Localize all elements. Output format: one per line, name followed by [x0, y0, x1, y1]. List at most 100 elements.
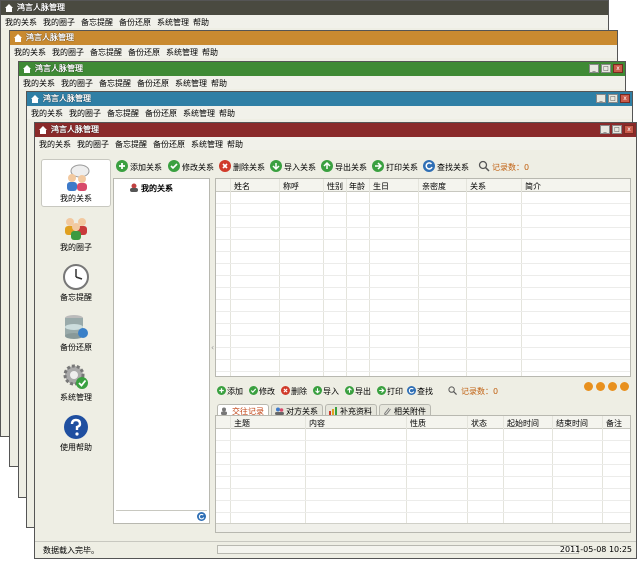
import-icon [270, 160, 282, 172]
menu-system[interactable]: 系统管理 [157, 17, 189, 28]
menu-help[interactable]: 帮助 [193, 17, 209, 28]
grid-header: 主题 内容 性质 状态 起始时间 结束时间 备注 [216, 416, 630, 429]
col-birthday[interactable]: 生日 [373, 181, 389, 192]
relation-tree[interactable]: 我的关系 [113, 178, 210, 524]
status-bar: 数据载入完毕。 2011-05-08 10:25 [35, 541, 636, 558]
col-end-time[interactable]: 结束时间 [556, 418, 588, 429]
minimize-button[interactable]: _ [596, 94, 606, 103]
print-icon [372, 160, 384, 172]
splitter-handle[interactable]: ‹ [211, 343, 214, 352]
find-icon [407, 386, 416, 395]
menu-my-circles[interactable]: 我的圈子 [77, 139, 109, 150]
menu-my-relations[interactable]: 我的关系 [23, 78, 55, 89]
menu-system[interactable]: 系统管理 [191, 139, 223, 150]
col-title[interactable]: 称呼 [283, 181, 299, 192]
nav-first-icon[interactable] [584, 382, 593, 391]
col-nature[interactable]: 性质 [410, 418, 426, 429]
sidebar-item-my-relations[interactable]: 我的关系 [41, 159, 111, 207]
menu-backup[interactable]: 备份还原 [119, 17, 151, 28]
menu-memo[interactable]: 备忘提醒 [99, 78, 131, 89]
sidebar-item-my-circles[interactable]: 我的圈子 [41, 209, 111, 257]
menu-bar: 我的关系 我的圈子 备忘提醒 备份还原 系统管理 帮助 [35, 137, 636, 150]
sidebar-item-label: 备忘提醒 [60, 293, 92, 302]
database-backup-icon [65, 315, 88, 339]
menu-bar: 我的关系 我的圈子 备忘提醒 备份还原 系统管理 帮助 [27, 106, 632, 119]
menu-my-relations[interactable]: 我的关系 [39, 139, 71, 150]
menu-help[interactable]: 帮助 [202, 47, 218, 58]
menu-backup[interactable]: 备份还原 [137, 78, 169, 89]
col-start-time[interactable]: 起始时间 [507, 418, 539, 429]
print-icon [377, 386, 386, 395]
title-bar[interactable]: 鸿言人脉管理 _ □ x [35, 123, 636, 137]
col-content[interactable]: 内容 [309, 418, 325, 429]
import-icon [313, 386, 322, 395]
chart-icon [329, 407, 337, 415]
edit-icon [249, 386, 258, 395]
menu-my-circles[interactable]: 我的圈子 [61, 78, 93, 89]
sidebar-item-help[interactable]: 使用帮助 [41, 409, 111, 457]
maximize-button[interactable]: □ [608, 94, 618, 103]
col-relation[interactable]: 关系 [470, 181, 486, 192]
window-title: 鸿言人脉管理 [17, 3, 65, 12]
menu-help[interactable]: 帮助 [227, 139, 243, 150]
menu-memo[interactable]: 备忘提醒 [81, 17, 113, 28]
home-icon [5, 4, 13, 12]
menu-memo[interactable]: 备忘提醒 [90, 47, 122, 58]
contact-records-grid[interactable]: 主题 内容 性质 状态 起始时间 结束时间 备注 [215, 415, 631, 533]
col-name[interactable]: 姓名 [234, 181, 250, 192]
col-intimacy[interactable]: 亲密度 [422, 181, 446, 192]
menu-my-circles[interactable]: 我的圈子 [43, 17, 75, 28]
close-button[interactable]: x [613, 64, 623, 73]
menu-backup[interactable]: 备份还原 [145, 108, 177, 119]
close-button[interactable]: x [620, 94, 630, 103]
progress-bar [217, 545, 579, 554]
menu-system[interactable]: 系统管理 [175, 78, 207, 89]
sidebar-item-backup[interactable]: 备份还原 [41, 309, 111, 357]
menu-system[interactable]: 系统管理 [183, 108, 215, 119]
menu-system[interactable]: 系统管理 [166, 47, 198, 58]
menu-my-circles[interactable]: 我的圈子 [69, 108, 101, 119]
title-bar[interactable]: 鸿言人脉管理 _ □ x [27, 92, 632, 106]
menu-help[interactable]: 帮助 [211, 78, 227, 89]
nav-last-icon[interactable] [620, 382, 629, 391]
col-intro[interactable]: 简介 [525, 181, 541, 192]
relations-icon [275, 407, 284, 415]
menu-my-relations[interactable]: 我的关系 [31, 108, 63, 119]
menu-my-circles[interactable]: 我的圈子 [52, 47, 84, 58]
minimize-button[interactable]: _ [600, 125, 610, 134]
close-button[interactable]: x [624, 125, 634, 134]
relation-grid[interactable]: 姓名 称呼 性别 年龄 生日 亲密度 关系 简介 [215, 178, 631, 377]
nav-prev-icon[interactable] [596, 382, 605, 391]
sidebar-item-label: 我的圈子 [60, 243, 92, 252]
maximize-button[interactable]: □ [612, 125, 622, 134]
menu-memo[interactable]: 备忘提醒 [107, 108, 139, 119]
menu-my-relations[interactable]: 我的关系 [5, 17, 37, 28]
tree-root-label[interactable]: 我的关系 [141, 183, 173, 194]
menu-backup[interactable]: 备份还原 [128, 47, 160, 58]
col-status[interactable]: 状态 [471, 418, 487, 429]
menu-help[interactable]: 帮助 [219, 108, 235, 119]
title-bar[interactable]: 鸿言人脉管理 _ □ x [19, 62, 625, 76]
title-bar[interactable]: 鸿言人脉管理 [10, 31, 617, 45]
tree-search-box[interactable] [116, 510, 207, 522]
nav-next-icon[interactable] [608, 382, 617, 391]
maximize-button[interactable]: □ [601, 64, 611, 73]
col-gender[interactable]: 性别 [327, 181, 343, 192]
sidebar-item-system[interactable]: 系统管理 [41, 359, 111, 407]
menu-my-relations[interactable]: 我的关系 [14, 47, 46, 58]
col-age[interactable]: 年龄 [349, 181, 365, 192]
horizontal-scrollbar[interactable] [216, 523, 630, 532]
sidebar-item-memo[interactable]: 备忘提醒 [41, 259, 111, 307]
status-datetime: 2011-05-08 10:25 [559, 545, 632, 554]
col-remark[interactable]: 备注 [606, 418, 622, 429]
refresh-icon[interactable] [197, 512, 206, 521]
title-bar[interactable]: 鸿言人脉管理 [1, 1, 608, 15]
menu-memo[interactable]: 备忘提醒 [115, 139, 147, 150]
edit-icon [168, 160, 180, 172]
delete-icon [219, 160, 231, 172]
col-subject[interactable]: 主题 [234, 418, 250, 429]
group-circle-icon [65, 218, 87, 240]
menu-backup[interactable]: 备份还原 [153, 139, 185, 150]
sidebar-item-label: 使用帮助 [60, 443, 92, 452]
minimize-button[interactable]: _ [589, 64, 599, 73]
